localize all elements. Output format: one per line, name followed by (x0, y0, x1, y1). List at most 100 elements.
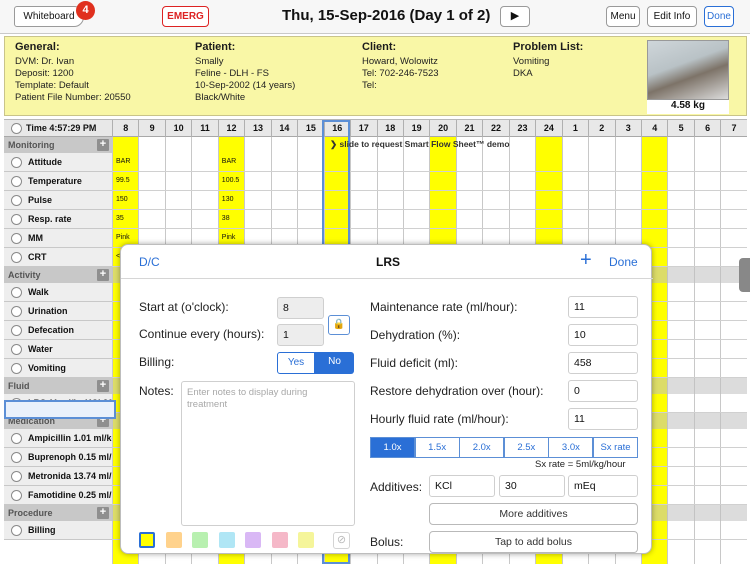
row-label-walk[interactable]: Walk (4, 283, 112, 302)
row-select-circle[interactable] (11, 233, 22, 244)
row-select-circle[interactable] (11, 344, 22, 355)
notes-textarea[interactable]: Enter notes to display during treatment (181, 381, 355, 526)
row-label-billing[interactable]: Billing (4, 521, 112, 540)
cell-value[interactable]: 35 (114, 215, 124, 222)
add-row-icon[interactable]: + (97, 507, 109, 519)
row-select-circle[interactable] (11, 363, 22, 374)
cell-value[interactable]: Pink (114, 234, 130, 241)
row-label-text: MM (28, 233, 43, 243)
row-select-circle[interactable] (11, 252, 22, 263)
dehydration-input[interactable]: 10 (568, 324, 638, 346)
row-select-circle[interactable] (11, 452, 22, 463)
add-row-icon[interactable]: + (97, 139, 109, 151)
row-select-circle[interactable] (11, 471, 22, 482)
cell-value[interactable]: BAR (114, 158, 130, 165)
emerg-button[interactable]: EMERG (162, 6, 209, 27)
current-time: Time 4:57:29 PM (26, 123, 97, 133)
cell-value[interactable]: 130 (220, 196, 234, 203)
row-label-mm[interactable]: MM (4, 229, 112, 248)
rate-button[interactable]: 1.0x (370, 437, 415, 458)
add-bolus-button[interactable]: Tap to add bolus (429, 531, 638, 553)
deficit-label: Fluid deficit (ml): (370, 356, 459, 370)
additive-amount-input[interactable]: 30 (499, 475, 565, 497)
row-label-text: Defecation (28, 325, 75, 335)
row-select-circle[interactable] (11, 195, 22, 206)
color-swatch[interactable] (218, 532, 235, 548)
maintenance-input[interactable]: 11 (568, 296, 638, 318)
rate-button[interactable]: Sx rate (593, 437, 638, 458)
row-select-circle[interactable] (11, 306, 22, 317)
deficit-input[interactable]: 458 (568, 352, 638, 374)
hourly-rate-input[interactable]: 11 (568, 408, 638, 430)
row-label-metronida[interactable]: Metronida 13.74 ml/ (4, 467, 112, 486)
row-label-defecation[interactable]: Defecation (4, 321, 112, 340)
done-button[interactable]: Done (704, 6, 734, 27)
edit-info-button[interactable]: Edit Info (647, 6, 697, 27)
more-additives-button[interactable]: More additives (429, 503, 638, 525)
plus-icon[interactable]: + (580, 249, 592, 272)
start-label: Start at (o'clock): (139, 300, 229, 314)
cell-value[interactable]: 150 (114, 196, 128, 203)
start-input[interactable]: 8 (277, 297, 324, 319)
row-label-vomiting[interactable]: Vomiting (4, 359, 112, 378)
whiteboard-button[interactable]: Whiteboard (14, 6, 84, 27)
row-label-resp-rate[interactable]: Resp. rate (4, 210, 112, 229)
color-swatch[interactable] (245, 532, 261, 548)
billing-yes-button[interactable]: Yes (277, 352, 315, 374)
row-label-urination[interactable]: Urination (4, 302, 112, 321)
cell-value[interactable]: 100.5 (220, 177, 240, 184)
additive-unit-input[interactable]: mEq (568, 475, 638, 497)
cell-value[interactable]: 99.5 (114, 177, 130, 184)
additive-name-input[interactable]: KCl (429, 475, 495, 497)
add-row-icon[interactable]: + (97, 380, 109, 392)
dc-button[interactable]: D/C (139, 255, 160, 269)
rate-button[interactable]: 1.5x (414, 437, 460, 458)
add-row-icon[interactable]: + (97, 269, 109, 281)
rate-button[interactable]: 3.0x (548, 437, 594, 458)
next-day-button[interactable]: ▶ (500, 6, 530, 27)
continue-input[interactable]: 1 (277, 324, 324, 346)
cell-value[interactable]: BAR (220, 158, 236, 165)
color-swatch[interactable] (165, 532, 182, 548)
row-label-text: Billing (28, 525, 56, 535)
billing-no-button[interactable]: No (315, 352, 354, 374)
problem-line: Vomiting (513, 56, 550, 67)
color-swatch[interactable] (192, 532, 208, 548)
patient-line: Smally (195, 56, 224, 67)
color-swatch[interactable] (139, 532, 155, 548)
row-label-attitude[interactable]: Attitude (4, 153, 112, 172)
cell-value[interactable]: Pink (220, 234, 236, 241)
menu-button[interactable]: Menu (606, 6, 640, 27)
row-label-pulse[interactable]: Pulse (4, 191, 112, 210)
row-label-temperature[interactable]: Temperature (4, 172, 112, 191)
grid-line (112, 228, 747, 229)
row-label-water[interactable]: Water (4, 340, 112, 359)
color-swatch[interactable] (298, 532, 314, 548)
row-select-circle[interactable] (11, 525, 22, 536)
row-select-circle[interactable] (11, 214, 22, 225)
pet-photo[interactable] (647, 40, 729, 100)
row-select-circle[interactable] (11, 490, 22, 501)
row-select-circle[interactable] (11, 433, 22, 444)
lock-icon[interactable]: 🔒 (328, 315, 350, 335)
rate-button[interactable]: 2.5x (503, 437, 549, 458)
rate-button[interactable]: 2.0x (459, 437, 505, 458)
row-select-circle[interactable] (11, 325, 22, 336)
promo-slide-message[interactable]: ❯ slide to request Smart Flow Sheet™ dem… (330, 139, 510, 150)
row-label-ampicillin[interactable]: Ampicillin 1.01 ml/kg (4, 429, 112, 448)
color-swatch[interactable] (271, 532, 288, 548)
no-color-icon[interactable]: ⊘ (333, 532, 350, 549)
row-label-buprenoph[interactable]: Buprenoph 0.15 ml/ (4, 448, 112, 467)
hour-header-cell: 6 (693, 120, 720, 137)
row-label-famotidine[interactable]: Famotidine 0.25 ml/ (4, 486, 112, 505)
cell-value[interactable]: 38 (220, 215, 230, 222)
row-select-circle[interactable] (11, 157, 22, 168)
side-drawer-handle[interactable] (739, 258, 750, 292)
hour-header-cell: 4 (641, 120, 667, 137)
row-select-circle[interactable] (11, 287, 22, 298)
row-label-crt[interactable]: CRT (4, 248, 112, 267)
select-all-circle[interactable] (11, 123, 22, 134)
row-select-circle[interactable] (11, 176, 22, 187)
dialog-done-button[interactable]: Done (609, 255, 638, 269)
restore-input[interactable]: 0 (568, 380, 638, 402)
